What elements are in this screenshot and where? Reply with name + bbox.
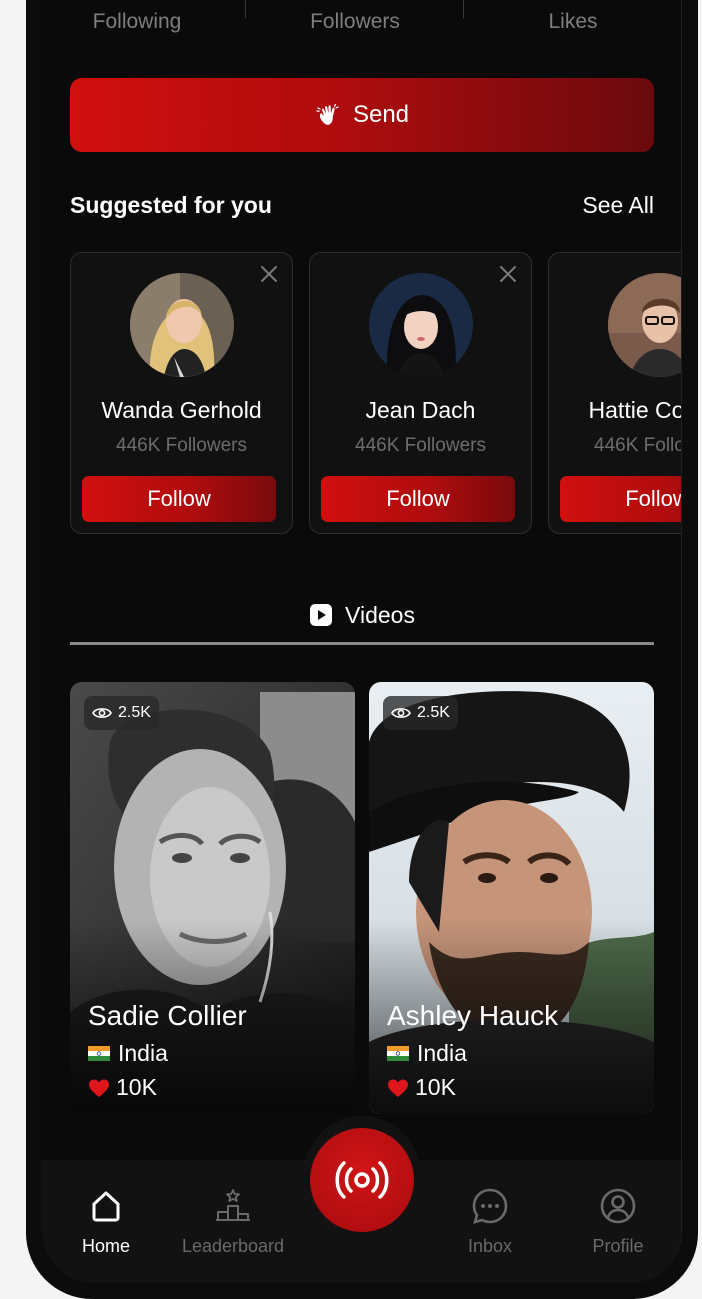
country-label: India (118, 1040, 168, 1066)
nav-leaderboard-label: Leaderboard (181, 1236, 285, 1256)
play-square-icon (310, 604, 333, 626)
suggested-header: Suggested for you See All (70, 192, 654, 219)
avatar[interactable] (369, 273, 473, 377)
suggested-name: Wanda Gerhold (101, 397, 262, 423)
view-count-badge: 2.5K (84, 696, 159, 730)
stat-following[interactable]: Following (42, 0, 246, 42)
suggested-title: Suggested for you (70, 192, 272, 218)
phone-frame: Following Followers Likes Send Suggested… (26, 0, 698, 1299)
stat-likes[interactable]: Likes (464, 10, 681, 42)
heart-icon (89, 1079, 109, 1097)
tab-videos-label: Videos (345, 601, 415, 628)
suggested-cards: Wanda Gerhold 446K Followers Follow Jean… (70, 252, 681, 534)
like-count: 10K (415, 1074, 456, 1100)
nav-profile[interactable]: Profile (558, 1186, 678, 1257)
india-flag-icon (88, 1046, 110, 1061)
chat-bubble-icon (472, 1188, 508, 1224)
tab-videos[interactable]: Videos (70, 582, 654, 648)
suggested-followers: 446K Followers (116, 435, 247, 456)
send-button[interactable]: Send (70, 78, 654, 152)
suggested-followers: 446K Followers (594, 435, 681, 456)
close-icon[interactable] (256, 261, 282, 287)
nav-leaderboard[interactable]: Leaderboard (173, 1186, 293, 1257)
heart-icon (388, 1079, 408, 1097)
leaderboard-icon (216, 1189, 250, 1221)
app-screen: Following Followers Likes Send Suggested… (42, 0, 682, 1283)
nav-inbox-label: Inbox (467, 1236, 513, 1256)
stat-followers-label: Followers (310, 10, 400, 33)
view-count: 2.5K (118, 704, 151, 721)
eye-icon (92, 708, 112, 718)
avatar[interactable] (608, 273, 681, 377)
suggested-followers: 446K Followers (355, 435, 486, 456)
send-label: Send (352, 101, 410, 128)
stat-followers[interactable]: Followers (246, 0, 464, 42)
country-label: India (417, 1040, 467, 1066)
follow-button[interactable]: Follow (321, 476, 515, 522)
waving-hand-icon (316, 103, 339, 125)
video-likes: 10K (387, 1074, 456, 1101)
stat-likes-label: Likes (548, 10, 598, 33)
follow-button[interactable]: Follow (560, 476, 681, 522)
follow-button[interactable]: Follow (82, 476, 276, 522)
tab-indicator (70, 642, 654, 645)
stat-following-label: Following (92, 10, 182, 33)
video-grid: 2.5K Sadie Collier India 10K 2.5K Ashley… (70, 682, 654, 1114)
view-count: 2.5K (417, 704, 450, 721)
like-count: 10K (116, 1074, 157, 1100)
nav-profile-label: Profile (592, 1236, 644, 1256)
close-icon[interactable] (495, 261, 521, 287)
video-country: India (387, 1040, 467, 1067)
suggested-card: Jean Dach 446K Followers Follow (309, 252, 532, 534)
suggested-name: Jean Dach (365, 397, 476, 423)
home-icon (92, 1191, 120, 1222)
video-creator-name: Ashley Hauck (387, 1000, 559, 1031)
user-circle-icon (600, 1188, 636, 1224)
video-card[interactable]: 2.5K Sadie Collier India 10K (70, 682, 355, 1114)
video-creator-name: Sadie Collier (88, 1000, 247, 1031)
suggested-name: Hattie Cooper (588, 397, 681, 423)
video-likes: 10K (88, 1074, 157, 1101)
suggested-card: Wanda Gerhold 446K Followers Follow (70, 252, 293, 534)
profile-stats: Following Followers Likes (42, 0, 681, 42)
view-count-badge: 2.5K (383, 696, 458, 730)
nav-home[interactable]: Home (46, 1186, 166, 1257)
nav-home-label: Home (81, 1236, 130, 1256)
video-country: India (88, 1040, 168, 1067)
live-broadcast-icon (335, 1161, 389, 1199)
see-all-link[interactable]: See All (582, 192, 654, 219)
live-button[interactable] (310, 1128, 414, 1232)
nav-inbox[interactable]: Inbox (430, 1186, 550, 1257)
eye-icon (391, 708, 411, 718)
india-flag-icon (387, 1046, 409, 1061)
avatar[interactable] (130, 273, 234, 377)
suggested-card: Hattie Cooper 446K Followers Follow (548, 252, 681, 534)
video-card[interactable]: 2.5K Ashley Hauck India 10K (369, 682, 654, 1114)
